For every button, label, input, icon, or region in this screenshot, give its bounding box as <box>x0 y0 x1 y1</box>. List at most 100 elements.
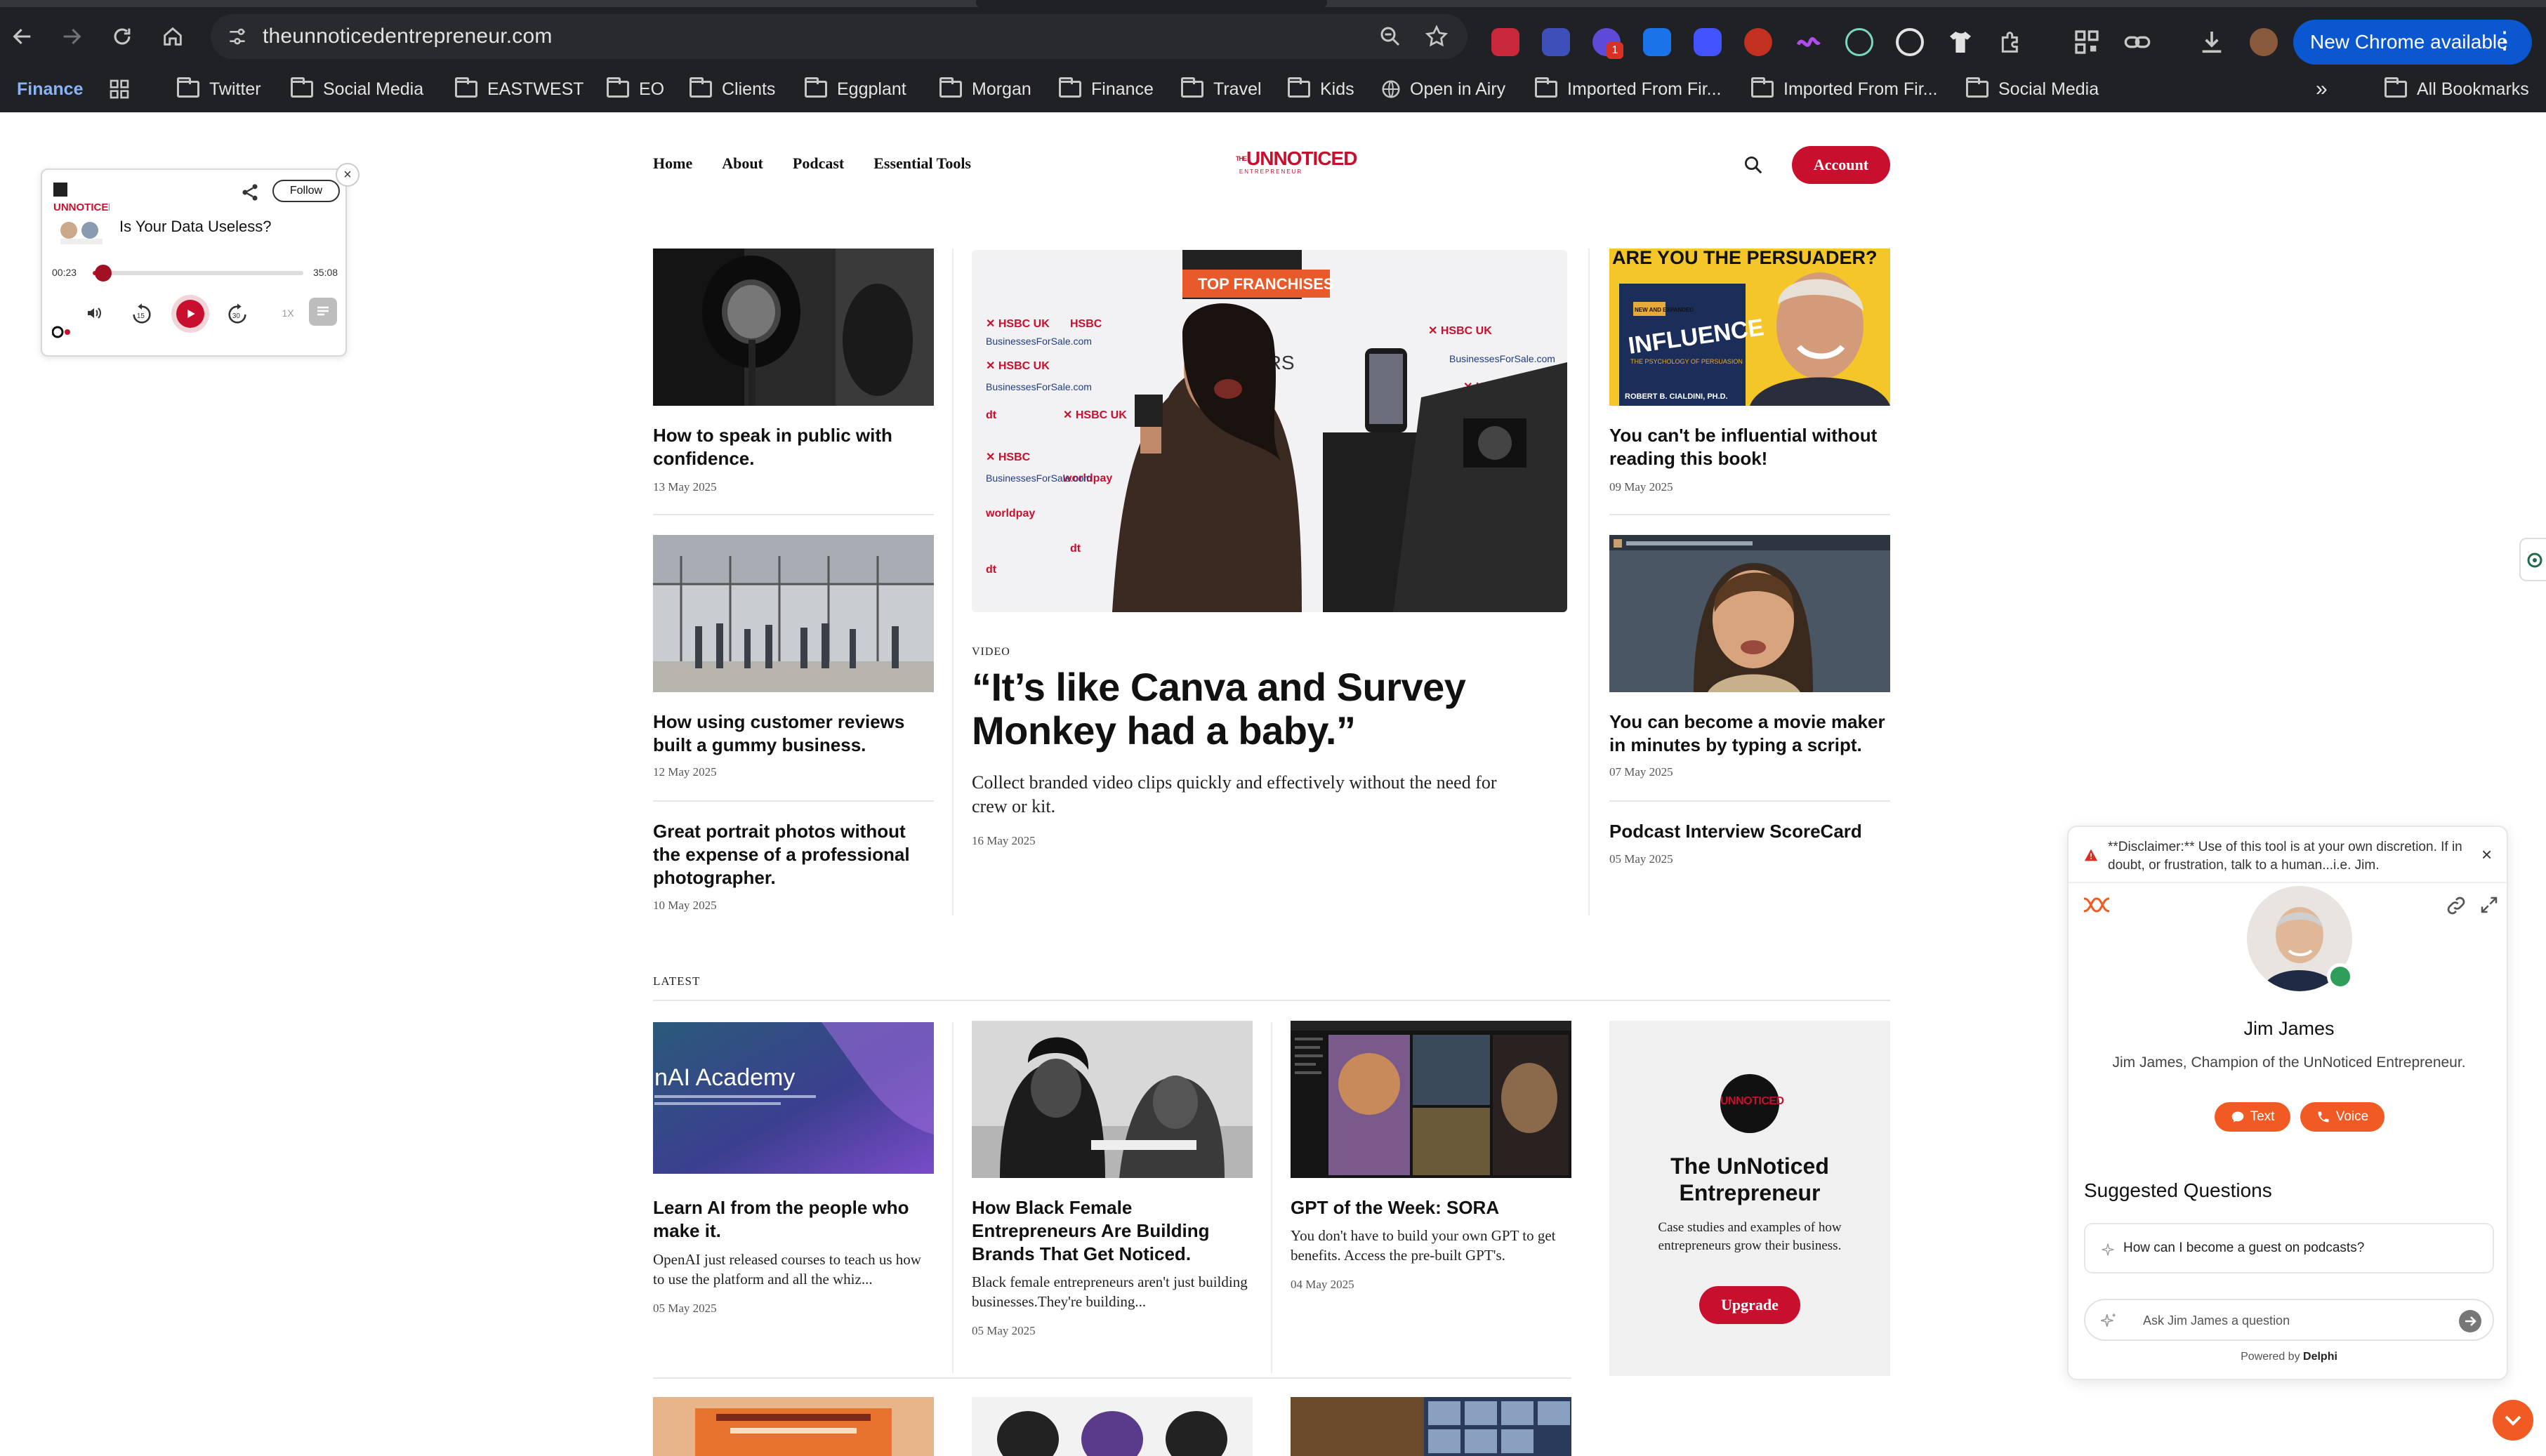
article-thumbnail-store[interactable] <box>653 535 934 692</box>
bookmark-folder[interactable]: Social Media <box>1966 76 2099 102</box>
suggested-question[interactable]: How can I become a guest on podcasts? <box>2084 1223 2494 1273</box>
search-icon[interactable] <box>1743 154 1764 176</box>
expand-icon[interactable] <box>2479 894 2500 915</box>
follow-button[interactable]: Follow <box>272 180 340 202</box>
nav-essential-tools[interactable]: Essential Tools <box>873 154 971 173</box>
account-button[interactable]: Account <box>1792 146 1890 184</box>
latest-thumbnail-ai-academy[interactable]: nAI Academy <box>653 1022 934 1174</box>
profile-avatar[interactable] <box>2250 28 2278 56</box>
extension-ring-icon[interactable] <box>1896 28 1924 56</box>
bookmark-folder[interactable]: Twitter <box>177 76 261 102</box>
all-bookmarks-folder[interactable]: All Bookmarks <box>2385 76 2529 102</box>
skip-back-icon[interactable]: 15 <box>128 300 156 329</box>
bookmark-folder[interactable]: Clients <box>690 76 775 102</box>
extension-window-icon[interactable] <box>1643 28 1671 56</box>
address-bar[interactable]: theunnoticedentrepreneur.com <box>211 14 1467 59</box>
extension-wave-icon[interactable] <box>1795 28 1823 56</box>
link-icon[interactable] <box>2445 894 2467 917</box>
upgrade-button[interactable]: Upgrade <box>1699 1286 1800 1324</box>
send-button[interactable] <box>2459 1310 2481 1332</box>
reload-button[interactable] <box>105 20 139 53</box>
article-date: 12 May 2025 <box>653 765 717 779</box>
bookmark-folder[interactable]: EASTWEST <box>455 76 584 102</box>
extensions-puzzle-icon[interactable] <box>1997 28 2025 56</box>
bookmark-folder[interactable]: Travel <box>1181 76 1262 102</box>
back-button[interactable] <box>6 20 39 53</box>
nav-about[interactable]: About <box>722 154 763 173</box>
scroll-down-button[interactable] <box>2493 1400 2533 1441</box>
zoom-icon[interactable] <box>1378 24 1403 49</box>
bookmark-folder[interactable]: Social Media <box>291 76 423 102</box>
skip-forward-icon[interactable]: 30 <box>223 300 251 329</box>
extension-dots-icon[interactable] <box>1491 28 1519 56</box>
text-mode-button[interactable]: Text <box>2215 1102 2290 1132</box>
link-icon[interactable] <box>2123 28 2151 56</box>
feature-title[interactable]: “It’s like Canva and Survey Monkey had a… <box>972 666 1505 753</box>
qr-code-icon[interactable] <box>2073 28 2101 56</box>
nav-podcast[interactable]: Podcast <box>793 154 844 173</box>
chat-input-box[interactable] <box>2084 1299 2494 1341</box>
extension-shirt-icon[interactable] <box>1946 28 1974 56</box>
voice-mode-button[interactable]: Voice <box>2300 1102 2385 1132</box>
bookmark-folder[interactable]: Kids <box>1288 76 1354 102</box>
article-thumbnail-influence-book[interactable]: ARE YOU THE PERSUADER? NEW AND EXPANDED … <box>1609 249 1890 406</box>
bookmark-folder[interactable]: Imported From Fir... <box>1751 76 1937 102</box>
article-title[interactable]: How using customer reviews built a gummy… <box>653 710 934 757</box>
article-title[interactable]: How to speak in public with confidence. <box>653 424 934 470</box>
home-button[interactable] <box>156 20 190 53</box>
latest-thumbnail-black-entrepreneurs[interactable] <box>972 1021 1253 1178</box>
apps-grid-icon[interactable] <box>108 76 131 102</box>
more-vert-icon[interactable]: ⋮ <box>2493 27 2517 55</box>
bookmark-item[interactable]: Finance <box>17 76 83 102</box>
bookmark-folder[interactable]: Morgan <box>939 76 1031 102</box>
play-button[interactable] <box>171 295 209 333</box>
powered-by-brand[interactable]: Delphi <box>2303 1351 2337 1363</box>
active-tab[interactable] <box>976 0 1327 7</box>
share-icon[interactable] <box>240 183 260 202</box>
bottom-thumbnail-book[interactable] <box>653 1397 934 1456</box>
site-logo[interactable]: THEUNNOTICED ENTREPRENEUR <box>1236 149 1357 177</box>
bottom-thumbnail-pattern[interactable] <box>972 1397 1253 1456</box>
divider <box>653 800 934 802</box>
article-title[interactable]: You can become a movie maker in minutes … <box>1609 710 1890 757</box>
side-extension-tab[interactable] <box>2519 538 2546 581</box>
article-title[interactable]: Podcast Interview ScoreCard <box>1609 820 1890 843</box>
latest-title[interactable]: How Black Female Entrepreneurs Are Build… <box>972 1196 1253 1266</box>
article-thumbnail-ai-woman[interactable] <box>1609 535 1890 692</box>
playback-speed-button[interactable]: 1X <box>275 300 301 326</box>
latest-title[interactable]: Learn AI from the people who make it. <box>653 1196 934 1243</box>
bookmark-folder[interactable]: EO <box>607 76 664 102</box>
latest-thumbnail-sora[interactable] <box>1291 1021 1571 1178</box>
sparkle-icon[interactable] <box>2099 1311 2118 1330</box>
site-settings-icon[interactable] <box>226 25 249 48</box>
progress-handle[interactable] <box>95 265 112 282</box>
chat-input[interactable] <box>2143 1310 2452 1331</box>
extension-globe-icon[interactable] <box>1744 28 1772 56</box>
bookmark-folder[interactable]: Imported From Fir... <box>1535 76 1721 102</box>
article-title[interactable]: You can't be influential without reading… <box>1609 424 1890 470</box>
feature-image-press-wall[interactable]: ✕ HSBC UK ✕ HSBC UK dt ✕ HSBC worldpay dt HSB… <box>972 250 1567 612</box>
latest-title[interactable]: GPT of the Week: SORA <box>1291 1196 1571 1219</box>
close-icon[interactable]: × <box>2481 844 2492 866</box>
progress-slider[interactable] <box>93 265 303 282</box>
extension-badge-icon[interactable]: 1 <box>1592 28 1623 59</box>
article-thumbnail-microphone[interactable] <box>653 249 934 406</box>
more-bookmarks-chevron-icon[interactable]: » <box>2316 76 2328 102</box>
forward-button[interactable] <box>55 20 88 53</box>
extension-bars-icon[interactable] <box>1542 28 1570 56</box>
url-text[interactable]: theunnoticedentrepreneur.com <box>263 25 553 48</box>
bookmark-folder[interactable]: Finance <box>1059 76 1154 102</box>
extension-discord-icon[interactable] <box>1694 28 1722 56</box>
nav-home[interactable]: Home <box>653 154 692 173</box>
bookmark-folder[interactable]: Eggplant <box>805 76 906 102</box>
article-title[interactable]: Great portrait photos without the expens… <box>653 820 934 889</box>
bookmark-star-icon[interactable] <box>1424 24 1449 49</box>
bookmark-item[interactable]: Open in Airy <box>1380 76 1505 102</box>
playlist-icon[interactable] <box>309 298 337 326</box>
close-icon[interactable]: × <box>336 163 360 187</box>
extension-circle-icon[interactable] <box>1845 28 1873 56</box>
bottom-thumbnail-video-call[interactable] <box>1291 1397 1571 1456</box>
download-icon[interactable] <box>2198 28 2226 56</box>
volume-icon[interactable] <box>81 300 107 326</box>
update-chrome-button[interactable]: New Chrome available ⋮ <box>2293 20 2532 65</box>
